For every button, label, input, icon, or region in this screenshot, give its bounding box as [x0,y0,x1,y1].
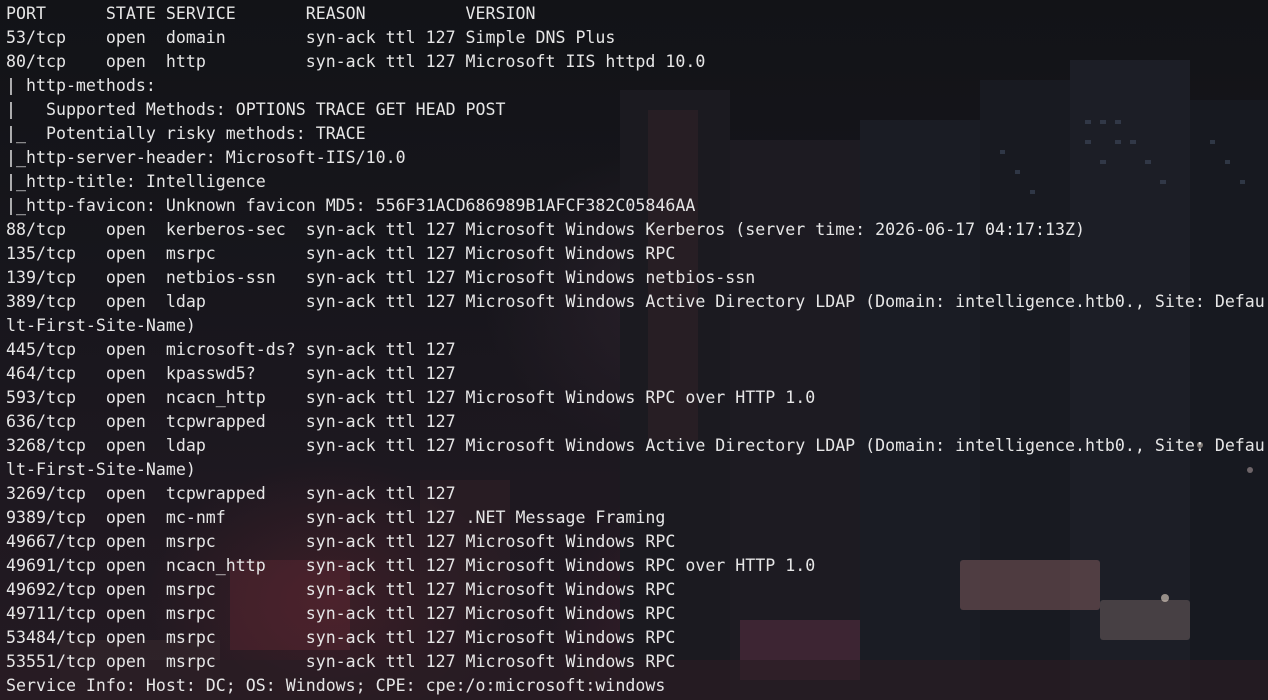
output-line: lt-First-Site-Name) [6,460,196,479]
output-line: 53551/tcp open msrpc syn-ack ttl 127 Mic… [6,652,676,671]
output-line: 3269/tcp open tcpwrapped syn-ack ttl 127 [6,484,456,503]
output-line-header: PORT STATE SERVICE REASON VERSION [6,4,536,23]
output-line: |_ Potentially risky methods: TRACE [6,124,366,143]
output-line: 135/tcp open msrpc syn-ack ttl 127 Micro… [6,244,676,263]
output-line: 139/tcp open netbios-ssn syn-ack ttl 127… [6,268,756,287]
output-line: 49691/tcp open ncacn_http syn-ack ttl 12… [6,556,816,575]
output-line: | http-methods: [6,76,166,95]
output-line: | Supported Methods: OPTIONS TRACE GET H… [6,100,506,119]
output-line: 464/tcp open kpasswd5? syn-ack ttl 127 [6,364,456,383]
output-line: 49667/tcp open msrpc syn-ack ttl 127 Mic… [6,532,676,551]
output-line: 53/tcp open domain syn-ack ttl 127 Simpl… [6,28,616,47]
output-line: 636/tcp open tcpwrapped syn-ack ttl 127 [6,412,456,431]
output-line: lt-First-Site-Name) [6,316,196,335]
output-line: 49692/tcp open msrpc syn-ack ttl 127 Mic… [6,580,676,599]
output-line: 49711/tcp open msrpc syn-ack ttl 127 Mic… [6,604,676,623]
terminal-window[interactable]: PORT STATE SERVICE REASON VERSION 53/tcp … [0,0,1268,700]
output-line: 3268/tcp open ldap syn-ack ttl 127 Micro… [6,436,1265,455]
output-line-service-info: Service Info: Host: DC; OS: Windows; CPE… [6,676,666,695]
output-line: 88/tcp open kerberos-sec syn-ack ttl 127… [6,220,1085,239]
output-line: 53484/tcp open msrpc syn-ack ttl 127 Mic… [6,628,676,647]
output-line: 9389/tcp open mc-nmf syn-ack ttl 127 .NE… [6,508,666,527]
output-line: 80/tcp open http syn-ack ttl 127 Microso… [6,52,706,71]
output-line: |_http-title: Intelligence [6,172,266,191]
output-line: 389/tcp open ldap syn-ack ttl 127 Micros… [6,292,1265,311]
terminal-output[interactable]: PORT STATE SERVICE REASON VERSION 53/tcp … [6,2,1265,698]
output-line: 593/tcp open ncacn_http syn-ack ttl 127 … [6,388,816,407]
output-line: |_http-favicon: Unknown favicon MD5: 556… [6,196,696,215]
output-line: |_http-server-header: Microsoft-IIS/10.0 [6,148,406,167]
output-line: 445/tcp open microsoft-ds? syn-ack ttl 1… [6,340,456,359]
